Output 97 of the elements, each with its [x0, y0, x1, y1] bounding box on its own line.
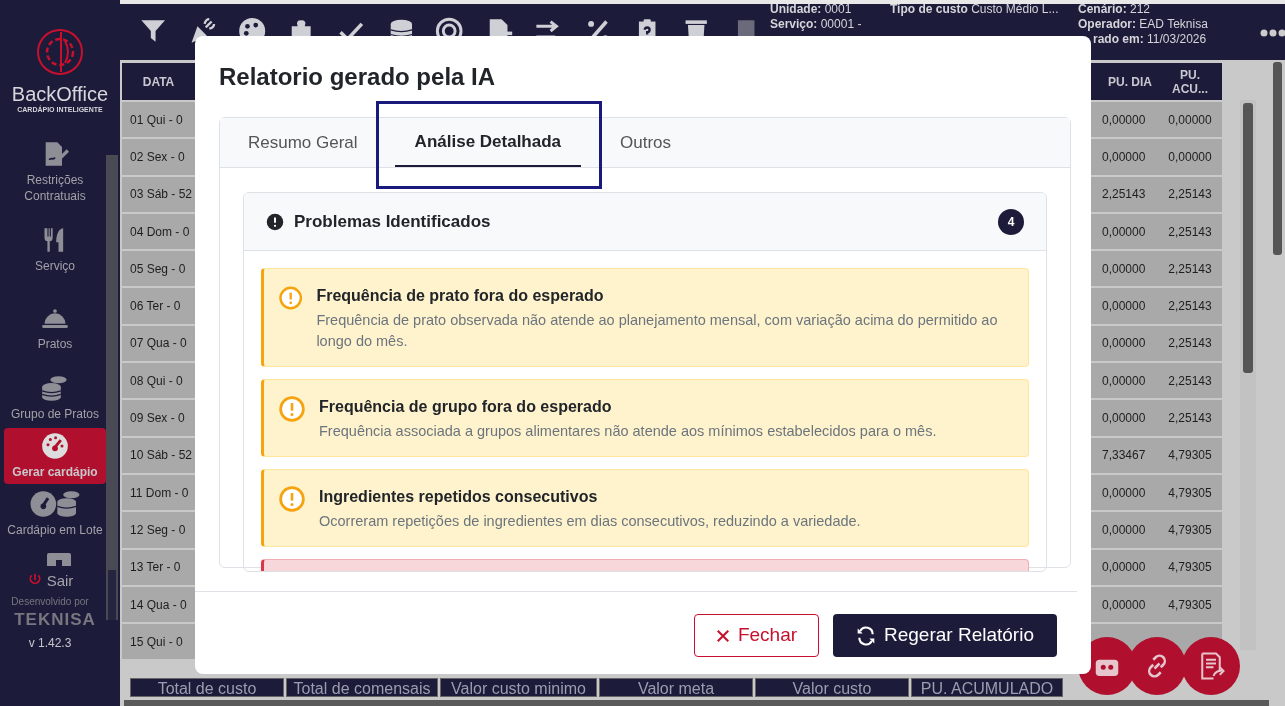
table-cell: 2,25143 — [1158, 213, 1222, 250]
footer-tab[interactable]: Valor custo — [755, 678, 909, 698]
table-cell: 7,33467 — [1096, 437, 1158, 473]
regenerate-button[interactable]: Regerar Relatório — [833, 614, 1057, 657]
version-text: v 1.42.3 — [27, 634, 73, 652]
table-cell: 15 Qui - 0 — [122, 624, 195, 660]
sidebar-item[interactable]: Serviço — [4, 222, 106, 278]
footer-tab[interactable]: Total de custo — [130, 678, 284, 698]
table-cell: 04 Dom - 0 — [122, 213, 195, 250]
table-cell: 4,79305 — [1158, 512, 1222, 548]
table-cell: 0,00000 — [1096, 102, 1158, 138]
alert-text: Frequência associada a grupos alimentares não atende aos mínimos estabelecidos para o mês. — [319, 422, 937, 441]
warning-icon — [279, 396, 305, 422]
gauge-coins-icon — [29, 490, 81, 518]
table-cell: 08 Qui - 0 — [122, 363, 195, 399]
close-icon — [715, 628, 730, 643]
table-cell: 0,00000 — [1096, 213, 1158, 250]
tab[interactable]: Análise Detalhada — [394, 119, 582, 167]
table-cell: 0,00000 — [1096, 288, 1158, 324]
table-cell: 05 Seg - 0 — [122, 251, 195, 287]
info-field: Serviço: 00001 - — [770, 17, 862, 32]
info-field: rado em: 11/03/2026 — [1093, 32, 1208, 47]
table-cell: 0,00000 — [1096, 474, 1158, 511]
info-field: Cenário: 212 — [1078, 2, 1208, 17]
table-cell: 0,00000 — [1096, 325, 1158, 362]
table-cell: 03 Sáb - 52 — [122, 176, 195, 212]
column-header: DATA — [122, 63, 195, 100]
table-cell: 06 Ter - 0 — [122, 288, 195, 324]
table-cell: 2,25143 — [1158, 176, 1222, 212]
sidebar-item[interactable]: Restrições Contratuais — [4, 136, 106, 208]
section-title: Problemas Identificados — [294, 210, 492, 233]
table-cell: 0,00000 — [1096, 512, 1158, 548]
gear-logo-icon — [34, 26, 86, 78]
credit-text: Desenvolvido por — [10, 594, 90, 609]
close-button[interactable]: Fechar — [694, 614, 819, 657]
column-header: PU. DIA — [1096, 63, 1158, 100]
warning-icon — [279, 285, 303, 311]
table-cell: 4,79305 — [1158, 549, 1222, 585]
building-icon — [46, 552, 72, 566]
table-cell: 0,00000 — [1158, 139, 1222, 175]
count-badge: 4 — [998, 208, 1024, 235]
table-cell: 0,00000 — [1096, 400, 1158, 436]
more-icon[interactable] — [1260, 29, 1285, 37]
table-cell: 12 Seg - 0 — [122, 512, 195, 548]
table-cell: 0,00000 — [1158, 102, 1222, 138]
tab[interactable]: Outros — [602, 118, 690, 168]
table-cell: 2,25143 — [1158, 251, 1222, 287]
table-cell: 4,79305 — [1158, 474, 1222, 511]
alert-title: Frequência de grupo fora do esperado — [319, 397, 613, 417]
footer-tab[interactable]: PU. ACUMULADO — [911, 678, 1063, 698]
exclamation-icon — [266, 212, 284, 231]
table-cell: 2,25143 — [1158, 288, 1222, 324]
footer-tab[interactable]: Valor meta — [599, 678, 753, 698]
column-header: PU. ACU... — [1158, 63, 1222, 100]
info-field: Tipo de custo Custo Médio L... — [890, 2, 1059, 17]
footer-tab[interactable]: Valor custo minimo — [440, 678, 597, 698]
gauge-icon — [41, 432, 69, 460]
table-cell: 02 Sex - 0 — [122, 139, 195, 175]
alert-text: Frequência de prato observada não atende ao planejamento mensal, com variação acima do permitido ao longo do mês. — [316, 311, 999, 351]
scrollbar-thumb — [108, 570, 116, 620]
table-cell: 2,25143 — [1158, 400, 1222, 436]
alert-title: Frequência de prato fora do esperado — [316, 286, 605, 306]
table-cell: 0,00000 — [1096, 549, 1158, 585]
sidebar-item[interactable]: Gerar cardápio — [4, 428, 106, 484]
table-cell: 4,79305 — [1158, 586, 1222, 623]
table-cell: 13 Ter - 0 — [122, 549, 195, 585]
alert-title: Ingredientes repetidos consecutivos — [319, 487, 599, 507]
table-cell: 2,25143 — [1158, 363, 1222, 399]
floating-button[interactable] — [1182, 637, 1240, 695]
company-logo: TEKNISA — [13, 608, 97, 631]
footer-tab[interactable]: Total de comensais — [286, 678, 438, 698]
table-cell: 09 Sex - 0 — [122, 400, 195, 436]
table-cell: 11 Dom - 0 — [122, 474, 195, 511]
table-cell: 2,25143 — [1096, 176, 1158, 212]
table-cell: 0,00000 — [1096, 586, 1158, 623]
table-cell: 0,00000 — [1096, 139, 1158, 175]
table-cell: 07 Qua - 0 — [122, 325, 195, 362]
table-cell: 14 Qua - 0 — [122, 586, 195, 623]
table-cell: 2,25143 — [1158, 325, 1222, 362]
sidebar-item[interactable]: Grupo de Pratos — [4, 370, 106, 426]
warning-icon — [279, 486, 305, 512]
refresh-icon — [856, 625, 876, 646]
table-cell: 0,00000 — [1096, 363, 1158, 399]
table-cell: 01 Qui - 0 — [122, 102, 195, 138]
alert-text: Ocorreram repetições de ingredientes em dias consecutivos, reduzindo a variedade. — [319, 512, 861, 531]
sidebar-item[interactable]: Pratos — [4, 300, 106, 356]
brand-name: BackOffice — [10, 84, 110, 104]
coins-icon — [41, 374, 69, 402]
sidebar-item[interactable]: Cardápio em Lote — [4, 486, 106, 542]
table-cell: 10 Sáb - 52 — [122, 437, 195, 473]
logout-link[interactable]: Sair — [0, 570, 100, 593]
table-cell: 0,00000 — [1096, 251, 1158, 287]
modal-title: Relatorio gerado pela IA — [219, 62, 497, 92]
info-field: Unidade: 0001 — [770, 2, 862, 17]
tab[interactable]: Resumo Geral — [230, 118, 376, 168]
table-cell: 4,79305 — [1158, 437, 1222, 473]
info-field: Operador: EAD Teknisa — [1078, 17, 1208, 32]
